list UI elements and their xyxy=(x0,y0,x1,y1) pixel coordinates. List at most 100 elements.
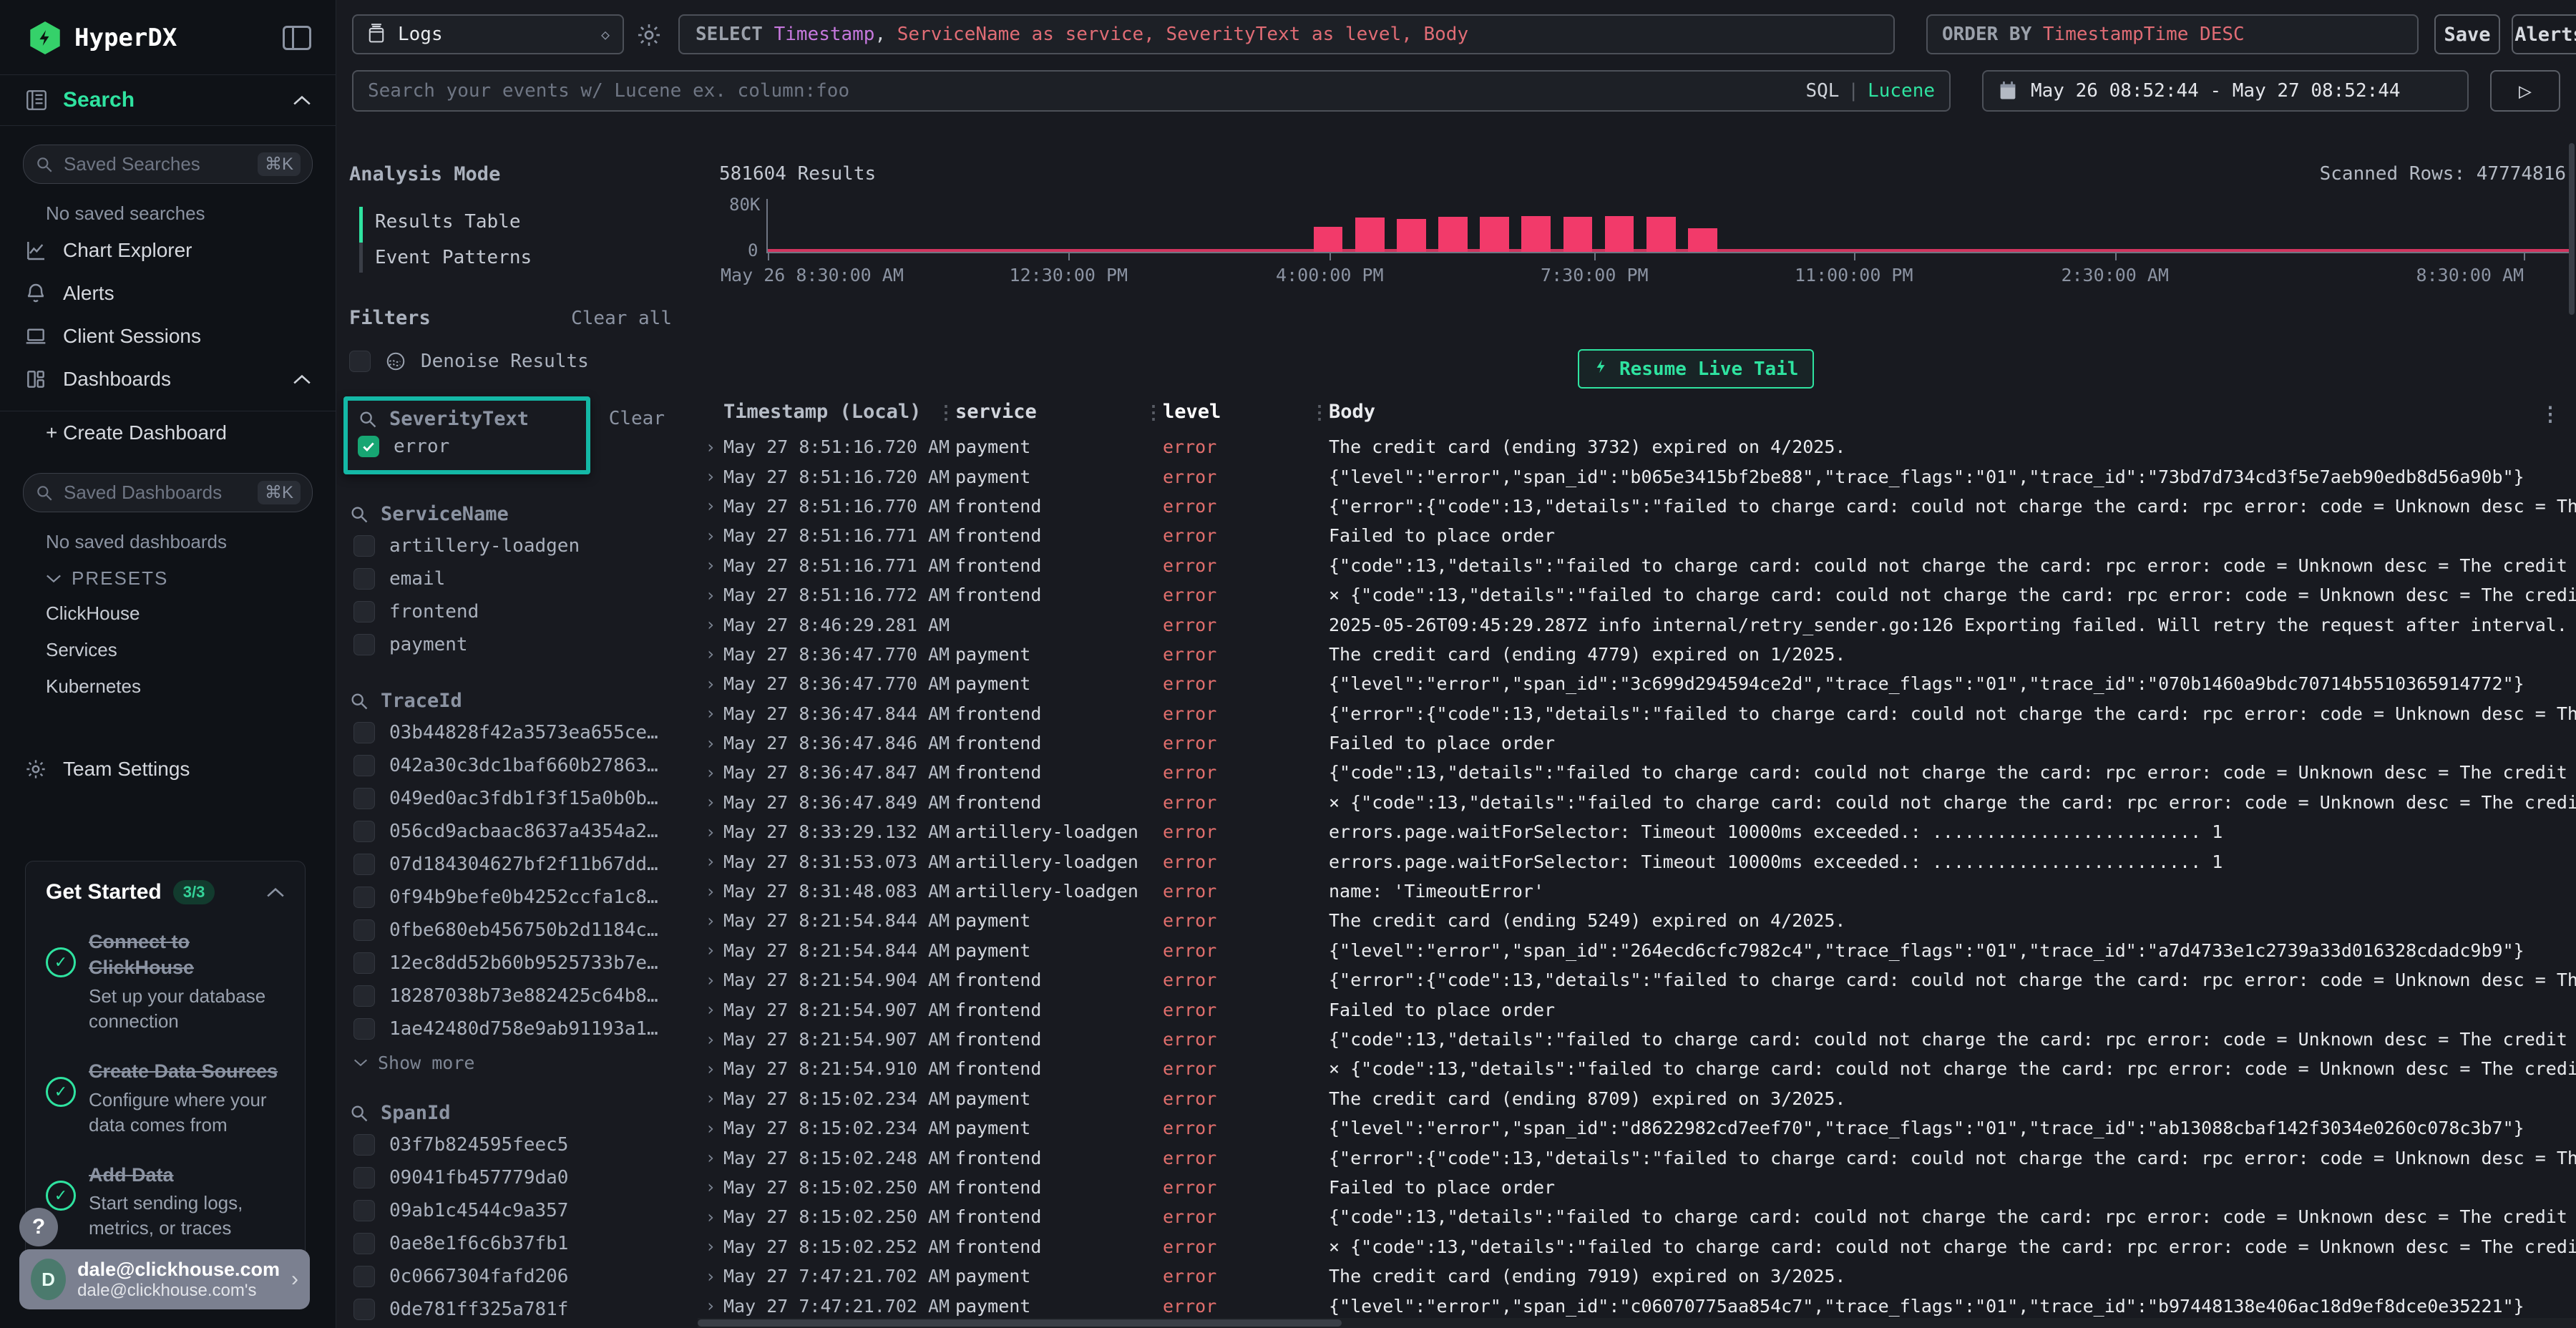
table-row[interactable]: › May 27 8:15:02.234 AM payment error Th… xyxy=(698,1084,2576,1113)
table-row[interactable]: › May 27 7:47:21.702 AM payment error {"… xyxy=(698,1291,2576,1318)
table-row[interactable]: › May 27 8:36:47.847 AM frontend error {… xyxy=(698,758,2576,787)
search-icon[interactable] xyxy=(349,691,369,711)
checkbox-unchecked[interactable] xyxy=(353,535,375,557)
row-expand-icon[interactable]: › xyxy=(698,1296,723,1316)
search-icon[interactable] xyxy=(349,1103,369,1123)
get-started-item[interactable]: ✓ Add Data Start sending logs, metrics, … xyxy=(46,1162,285,1241)
checkbox-unchecked[interactable] xyxy=(353,568,375,590)
alerts-button[interactable]: Alerts xyxy=(2512,14,2576,54)
row-expand-icon[interactable]: › xyxy=(698,555,723,575)
chevron-up-icon[interactable] xyxy=(293,94,311,106)
chevron-up-icon[interactable] xyxy=(293,374,311,385)
row-expand-icon[interactable]: › xyxy=(698,1000,723,1020)
row-expand-icon[interactable]: › xyxy=(698,733,723,753)
histogram-bar[interactable] xyxy=(1438,217,1468,252)
run-query-button[interactable]: ▷ xyxy=(2490,70,2560,112)
histogram-bar[interactable] xyxy=(1646,217,1676,252)
table-row[interactable]: › May 27 8:36:47.770 AM payment error Th… xyxy=(698,640,2576,669)
filter-value-checkbox[interactable]: 03f7b824595feec5 xyxy=(349,1128,698,1161)
checkbox-unchecked[interactable] xyxy=(353,755,375,776)
help-button[interactable]: ? xyxy=(19,1208,58,1246)
filter-value-checkbox[interactable]: 0c0667304fafd206 xyxy=(349,1260,698,1293)
saved-dashboards-input[interactable]: Saved Dashboards ⌘K xyxy=(23,473,313,512)
histogram-bar[interactable] xyxy=(1355,218,1385,252)
column-header-timestamp[interactable]: Timestamp (Local)⋮ xyxy=(723,401,955,432)
search-icon[interactable] xyxy=(358,409,378,429)
sidebar-item-team-settings[interactable]: Team Settings xyxy=(0,748,336,791)
row-expand-icon[interactable]: › xyxy=(698,1030,723,1050)
table-row[interactable]: › May 27 8:21:54.844 AM payment error Th… xyxy=(698,906,2576,935)
row-expand-icon[interactable]: › xyxy=(698,763,723,783)
scrollbar-thumb[interactable] xyxy=(698,1319,1342,1327)
show-more-button[interactable]: Show more xyxy=(349,1045,698,1073)
row-expand-icon[interactable]: › xyxy=(698,970,723,990)
row-expand-icon[interactable]: › xyxy=(698,792,723,812)
clear-all-filters-button[interactable]: Clear all xyxy=(571,308,672,329)
table-row[interactable]: › May 27 8:31:48.083 AM artillery-loadge… xyxy=(698,877,2576,906)
search-input[interactable]: Search your events w/ Lucene ex. column:… xyxy=(352,70,1951,112)
filter-value-checkbox[interactable]: 07d184304627bf2f11b67dd… xyxy=(349,848,698,881)
vertical-scrollbar[interactable] xyxy=(2569,143,2575,315)
table-row[interactable]: › May 27 8:15:02.234 AM payment error {"… xyxy=(698,1113,2576,1143)
table-row[interactable]: › May 27 8:21:54.907 AM frontend error F… xyxy=(698,995,2576,1024)
resume-live-tail-button[interactable]: Resume Live Tail xyxy=(1578,349,1814,389)
filter-value-checkbox[interactable]: 0de781ff325a781f xyxy=(349,1293,698,1326)
checkbox-unchecked[interactable] xyxy=(353,1134,375,1156)
row-expand-icon[interactable]: › xyxy=(698,437,723,457)
filter-value-checkbox[interactable]: 09041fb457779da0 xyxy=(349,1161,698,1194)
checkbox-unchecked[interactable] xyxy=(353,985,375,1007)
filter-value-checkbox[interactable]: 042a30c3dc1baf660b27863… xyxy=(349,749,698,782)
row-expand-icon[interactable]: › xyxy=(698,911,723,931)
row-expand-icon[interactable]: › xyxy=(698,1266,723,1286)
checkbox-unchecked[interactable] xyxy=(353,821,375,842)
search-icon[interactable] xyxy=(349,504,369,524)
drag-handle-icon[interactable]: ⋮ xyxy=(1144,402,1163,424)
row-expand-icon[interactable]: › xyxy=(698,585,723,605)
tab-results-table[interactable]: Results Table xyxy=(349,204,698,240)
table-row[interactable]: › May 27 8:51:16.772 AM frontend error ×… xyxy=(698,580,2576,610)
row-expand-icon[interactable]: › xyxy=(698,1059,723,1079)
sidebar-item-services[interactable]: Services xyxy=(0,632,336,668)
severity-clear-button[interactable]: Clear xyxy=(609,408,665,429)
checkbox-unchecked[interactable] xyxy=(353,952,375,974)
checkbox-unchecked[interactable] xyxy=(353,1233,375,1254)
table-row[interactable]: › May 27 8:46:29.281 AM error 2025-05-26… xyxy=(698,610,2576,639)
presets-header[interactable]: PRESETS xyxy=(0,557,336,595)
drag-handle-icon[interactable]: ⋮ xyxy=(937,402,955,424)
histogram-bar[interactable] xyxy=(1397,219,1426,252)
drag-handle-icon[interactable]: ⋮ xyxy=(1310,402,1329,424)
filter-value-checkbox[interactable]: frontend xyxy=(349,595,698,628)
filter-value-checkbox[interactable]: payment xyxy=(349,628,698,661)
filter-value-checkbox[interactable]: artillery-loadgen xyxy=(349,529,698,562)
histogram-bar[interactable] xyxy=(1480,217,1509,252)
table-row[interactable]: › May 27 8:21:54.904 AM frontend error {… xyxy=(698,965,2576,995)
severity-error-checkbox[interactable]: error xyxy=(358,430,576,463)
histogram-bar[interactable] xyxy=(1314,227,1343,252)
select-clause-input[interactable]: SELECT Timestamp, ServiceName as service… xyxy=(678,14,1895,54)
filter-value-checkbox[interactable]: 049ed0ac3fdb1f3f15a0b0b… xyxy=(349,782,698,815)
sidebar-item-client-sessions[interactable]: Client Sessions xyxy=(0,315,336,358)
sidebar-item-search[interactable]: Search xyxy=(0,74,336,126)
checkbox-unchecked[interactable] xyxy=(353,887,375,908)
histogram-bar[interactable] xyxy=(1688,228,1717,252)
table-row[interactable]: › May 27 8:31:53.073 AM artillery-loadge… xyxy=(698,846,2576,876)
lucene-mode-toggle[interactable]: Lucene xyxy=(1868,80,1935,102)
table-row[interactable]: › May 27 8:21:54.844 AM payment error {"… xyxy=(698,936,2576,965)
table-row[interactable]: › May 27 8:15:02.250 AM frontend error {… xyxy=(698,1202,2576,1231)
table-row[interactable]: › May 27 8:15:02.252 AM frontend error ×… xyxy=(698,1232,2576,1261)
filter-value-checkbox[interactable]: 1ae42480d758e9ab91193a1… xyxy=(349,1012,698,1045)
get-started-item[interactable]: ✓ Connect to ClickHouse Set up your data… xyxy=(46,929,285,1034)
table-row[interactable]: › May 27 8:51:16.771 AM frontend error F… xyxy=(698,521,2576,550)
get-started-item[interactable]: ✓ Create Data Sources Configure where yo… xyxy=(46,1058,285,1138)
row-expand-icon[interactable]: › xyxy=(698,644,723,664)
table-row[interactable]: › May 27 7:47:21.702 AM payment error Th… xyxy=(698,1261,2576,1291)
sidebar-toggle-icon[interactable] xyxy=(283,26,311,50)
row-expand-icon[interactable]: › xyxy=(698,940,723,960)
row-expand-icon[interactable]: › xyxy=(698,1207,723,1227)
table-row[interactable]: › May 27 8:21:54.907 AM frontend error {… xyxy=(698,1025,2576,1054)
checkbox-unchecked[interactable] xyxy=(353,788,375,809)
table-row[interactable]: › May 27 8:51:16.770 AM frontend error {… xyxy=(698,492,2576,521)
user-menu[interactable]: D dale@clickhouse.com dale@clickhouse.co… xyxy=(19,1249,310,1309)
row-expand-icon[interactable]: › xyxy=(698,1148,723,1168)
checkbox-unchecked[interactable] xyxy=(353,919,375,941)
